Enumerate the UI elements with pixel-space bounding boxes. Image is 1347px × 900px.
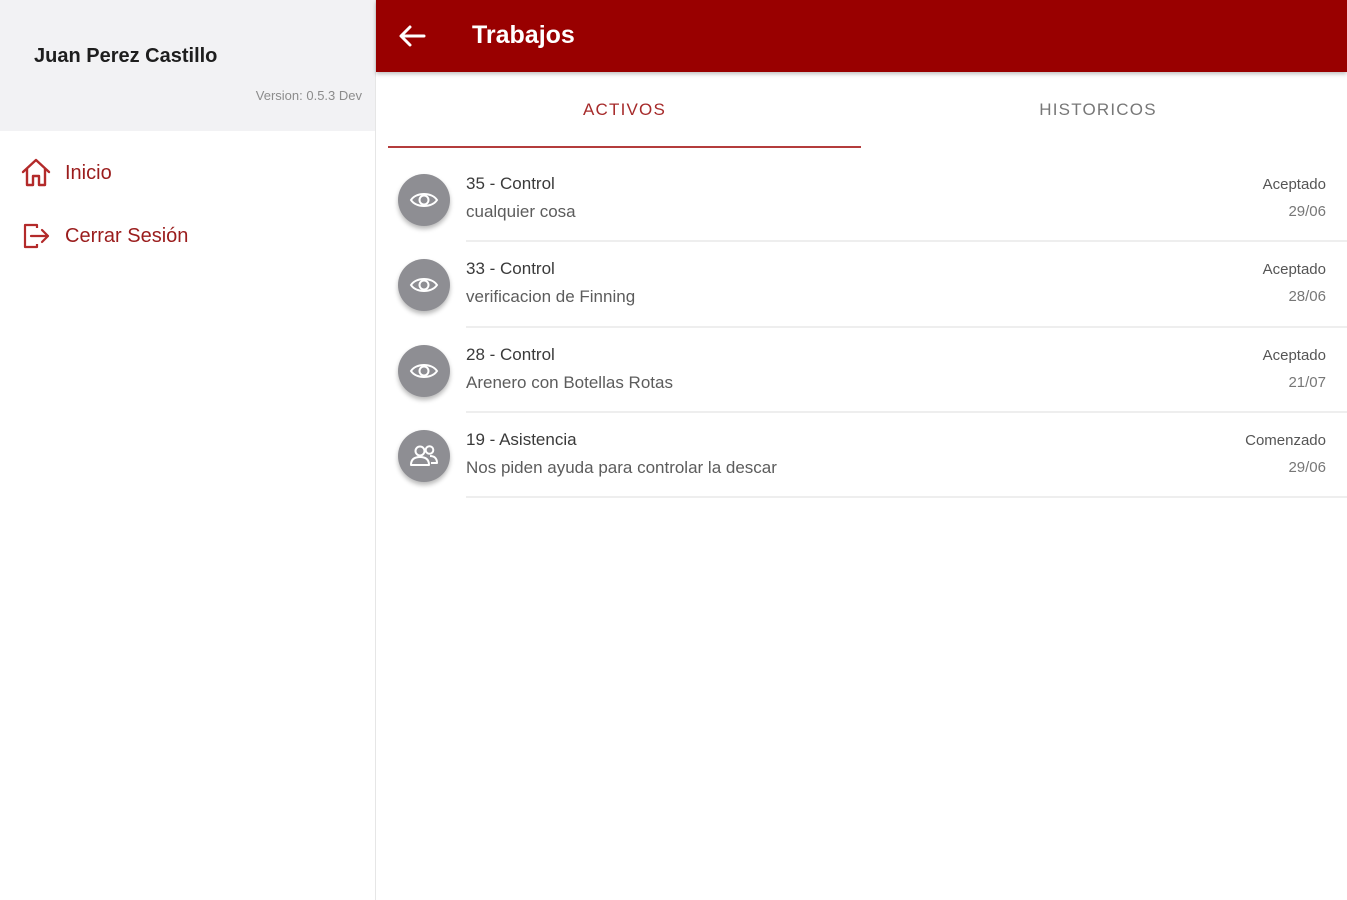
avatar [398,429,450,482]
tab-historicos[interactable]: HISTORICOS [861,72,1335,148]
divider [466,496,1347,499]
page-title: Trabajos [472,21,575,49]
job-status: Comenzado [1245,431,1326,449]
job-title: 33 - Control [466,259,555,279]
nav-item-cerrar-sesion[interactable]: Cerrar Sesión [0,211,375,261]
avatar [398,344,450,397]
job-title: 28 - Control [466,344,555,364]
avatar [398,174,450,226]
drawer-header: Juan Perez Castillo Version: 0.5.3 Dev [0,0,375,131]
eye-icon [409,363,439,378]
eye-icon [409,193,439,207]
job-date: 28/06 [1288,288,1326,306]
user-name: Juan Perez Castillo [34,45,218,67]
app-version: Version: 0.5.3 Dev [255,88,362,103]
home-icon [21,158,51,187]
list-item[interactable]: 33 - Control verificacion de Finning Ace… [376,242,1347,328]
job-date: 21/07 [1288,373,1326,391]
job-title: 35 - Control [466,174,555,193]
list-item[interactable]: 19 - Asistencia Nos piden ayuda para con… [376,413,1347,499]
job-status: Aceptado [1262,346,1326,364]
back-button[interactable] [390,16,434,56]
job-description: cualquier cosa [466,202,576,221]
avatar [398,259,450,312]
app-bar: Trabajos [376,0,1347,72]
arrow-left-icon [399,25,426,47]
main-content: Trabajos ACTIVOS HISTORICOS 35 - Control… [376,0,1347,900]
app: Juan Perez Castillo Version: 0.5.3 Dev I… [0,0,1347,900]
job-date: 29/06 [1288,203,1326,220]
nav-item-inicio[interactable]: Inicio [0,148,375,198]
job-description: verificacion de Finning [466,287,636,307]
logout-icon [23,223,50,249]
tab-activos[interactable]: ACTIVOS [388,72,861,148]
job-title: 19 - Asistencia [466,429,577,449]
navigation-drawer: Juan Perez Castillo Version: 0.5.3 Dev I… [0,0,376,900]
job-date: 29/06 [1288,458,1326,476]
job-status: Aceptado [1262,261,1326,279]
job-description: Arenero con Botellas Rotas [466,372,673,392]
eye-icon [409,278,439,293]
list-item[interactable]: 28 - Control Arenero con Botellas Rotas … [376,328,1347,413]
tab-bar: ACTIVOS HISTORICOS [388,72,1347,148]
people-icon [410,445,438,466]
list-item[interactable]: 35 - Control cualquier cosa Aceptado 29/… [376,157,1347,243]
jobs-list: 35 - Control cualquier cosa Aceptado 29/… [376,157,1347,499]
job-description: Nos piden ayuda para controlar la descar [466,457,777,477]
nav-item-label: Inicio [65,161,112,184]
job-status: Aceptado [1262,176,1326,193]
active-tab-indicator [388,146,861,148]
nav-item-label: Cerrar Sesión [65,224,189,247]
